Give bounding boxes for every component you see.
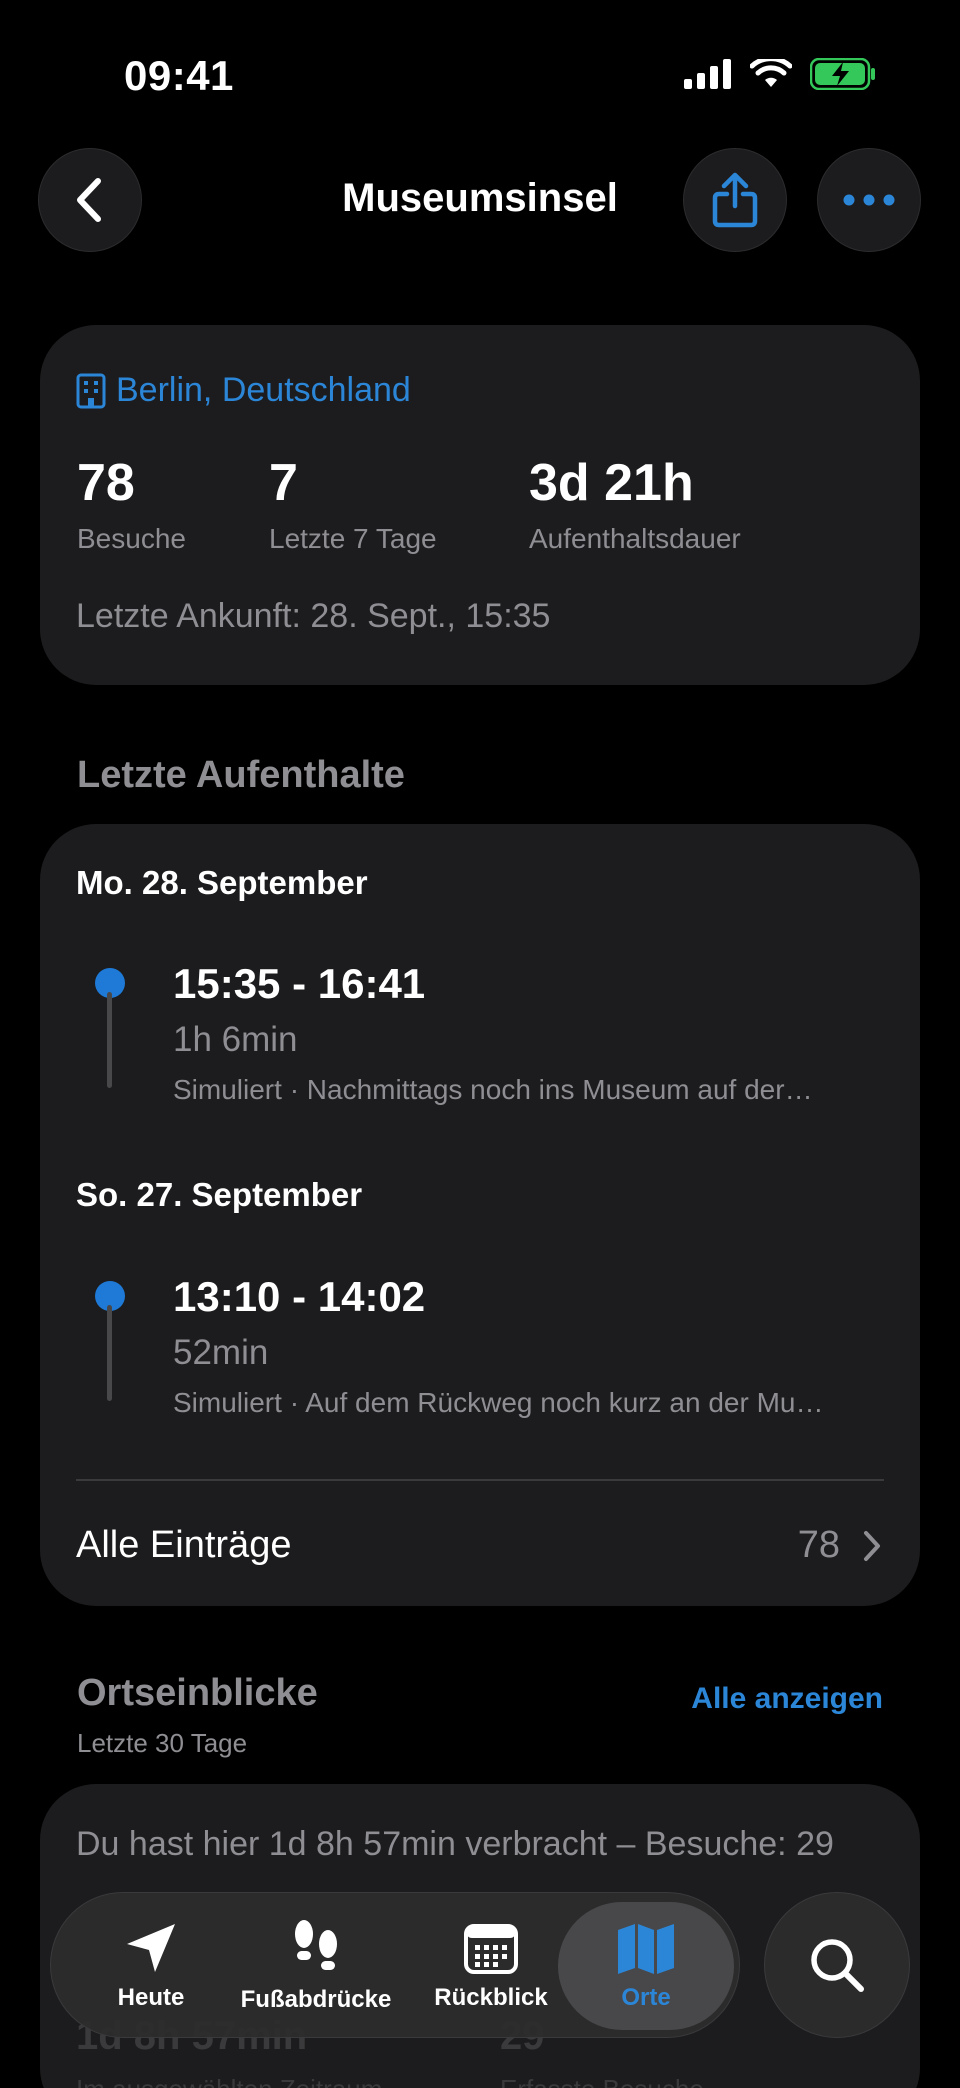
- share-button[interactable]: [683, 148, 787, 252]
- divider: [76, 1479, 884, 1481]
- stay-duration: 1h 6min: [173, 1020, 298, 1059]
- recent-stays-card: Mo. 28. September 15:35 - 16:41 1h 6min …: [40, 824, 920, 1606]
- stay-note: Simuliert · Nachmittags noch ins Museum …: [173, 1074, 813, 1105]
- footprints-icon: [295, 1920, 337, 1970]
- building-icon: [76, 373, 106, 408]
- stat-visits: 78 Besuche: [77, 453, 186, 555]
- tab-bar: Heute Fußabdrücke Rückblick Orte: [50, 1892, 740, 2038]
- tab-orte[interactable]: Orte: [558, 1902, 734, 2030]
- more-button[interactable]: [817, 148, 921, 252]
- search-button[interactable]: [764, 1892, 910, 2038]
- tab-label: Orte: [621, 1984, 671, 2011]
- page-title: Museumsinsel: [342, 176, 618, 220]
- stay-time-range: 15:35 - 16:41: [173, 960, 426, 1007]
- map-icon: [618, 1924, 674, 1974]
- show-all-link[interactable]: Alle anzeigen: [691, 1682, 883, 1716]
- insights-title: Ortseinblicke: [77, 1672, 318, 1714]
- tab-heute[interactable]: Heute: [81, 1893, 221, 2039]
- tab-label: Rückblick: [434, 1984, 548, 2011]
- tab-label: Fußabdrücke: [240, 1986, 392, 2013]
- ellipsis-icon: [843, 194, 895, 206]
- all-entries-label: Alle Einträge: [76, 1524, 292, 1566]
- status-time: 09:41: [124, 52, 234, 99]
- stay-duration: 52min: [173, 1333, 269, 1372]
- all-entries-count: 78: [797, 1524, 840, 1566]
- stat-last-7-days: 7 Letzte 7 Tage: [269, 453, 437, 555]
- location-summary-card: Berlin, Deutschland 78 Besuche 7 Letzte …: [40, 325, 920, 685]
- search-icon: [811, 1939, 864, 1992]
- timeline-line: [107, 992, 112, 1088]
- timeline-line: [107, 1305, 112, 1401]
- insight-visits-label: Erfasste Besuche: [500, 2074, 704, 2088]
- stat-duration: 3d 21h Aufenthaltsdauer: [529, 453, 741, 555]
- status-icons: [684, 58, 876, 90]
- insight-text: Du hast hier 1d 8h 57min verbracht – Bes…: [76, 1825, 834, 1863]
- stay-note: Simuliert · Auf dem Rückweg noch kurz an…: [173, 1387, 824, 1418]
- stat-value: 3d 21h: [529, 454, 694, 512]
- chevron-right-icon: [864, 1531, 880, 1561]
- stay-time-range: 13:10 - 14:02: [173, 1273, 426, 1320]
- cellular-signal-icon: [684, 59, 731, 89]
- share-icon: [712, 172, 758, 228]
- stat-label: Besuche: [77, 523, 186, 554]
- tab-rueckblick[interactable]: Rückblick: [421, 1893, 561, 2039]
- status-bar: 09:41: [0, 0, 960, 150]
- calendar-icon: [464, 1924, 518, 1974]
- tab-fussabdruecke[interactable]: Fußabdrücke: [231, 1893, 401, 2039]
- last-arrival: Letzte Ankunft: 28. Sept., 15:35: [76, 597, 551, 635]
- stat-value: 78: [77, 454, 135, 512]
- location-name: Berlin, Deutschland: [116, 371, 411, 409]
- battery-charging-icon: [810, 58, 875, 90]
- location-line[interactable]: Berlin, Deutschland: [76, 371, 411, 410]
- stat-value: 7: [269, 454, 298, 512]
- day-header: Mo. 28. September: [76, 864, 368, 901]
- insight-duration-label: Im ausgewählten Zeitraum: [76, 2074, 382, 2088]
- location-arrow-icon: [127, 1924, 175, 1972]
- tab-label: Heute: [117, 1984, 185, 2011]
- wifi-icon: [750, 59, 792, 87]
- recent-stays-title: Letzte Aufenthalte: [77, 754, 405, 796]
- insights-subtitle: Letzte 30 Tage: [77, 1728, 248, 1758]
- stat-label: Aufenthaltsdauer: [529, 523, 741, 554]
- day-header: So. 27. September: [76, 1176, 363, 1213]
- stat-label: Letzte 7 Tage: [269, 523, 437, 554]
